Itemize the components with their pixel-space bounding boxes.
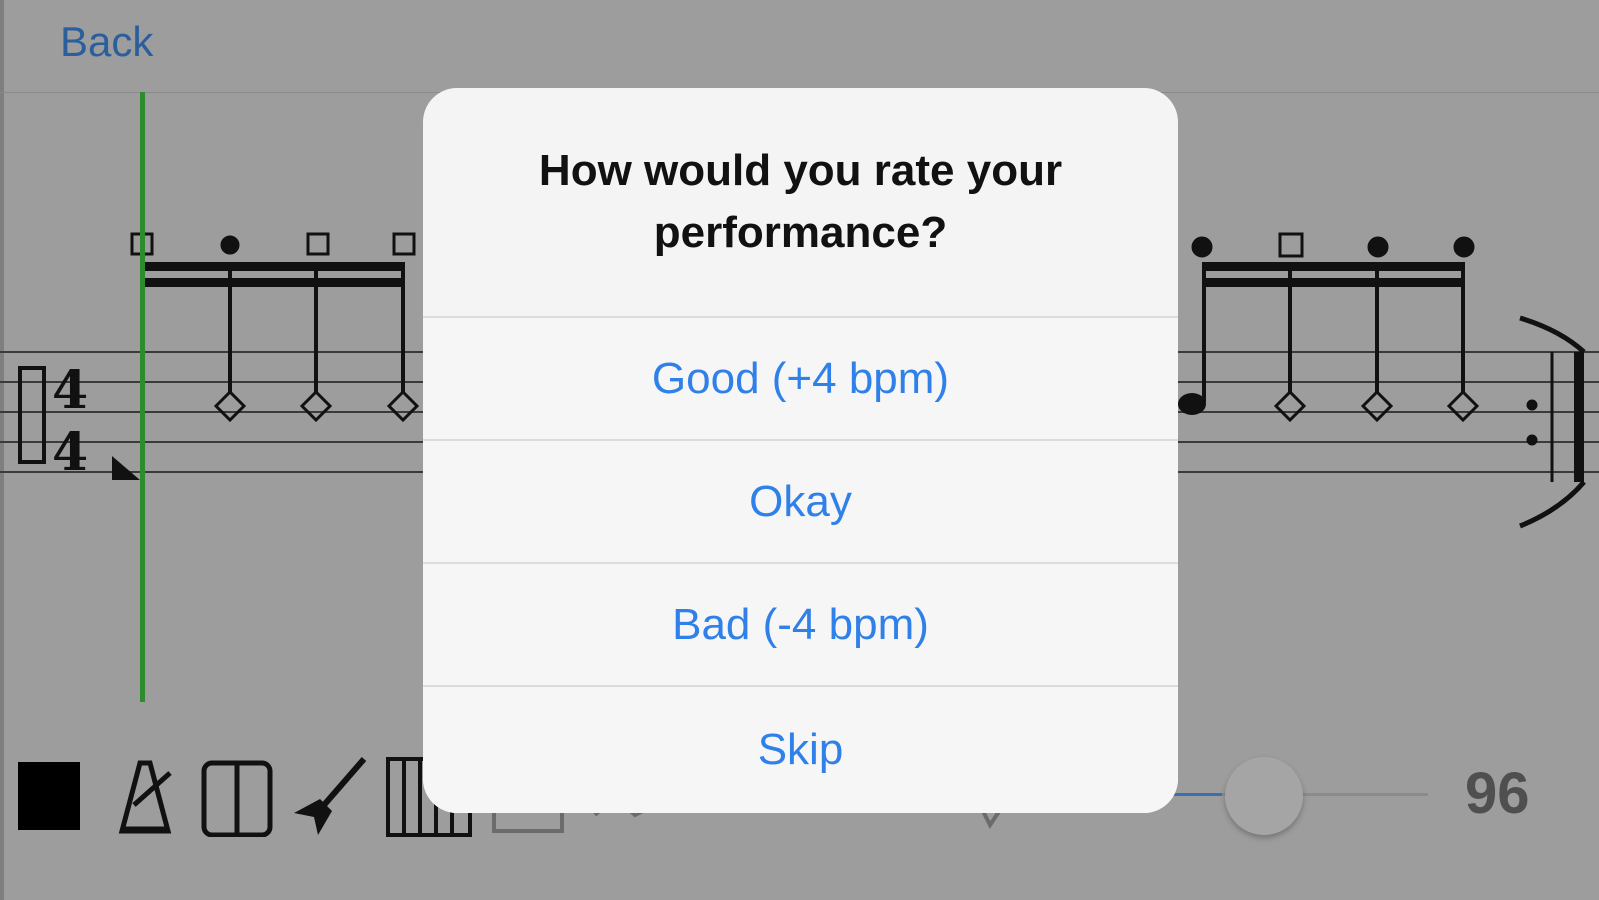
metronome-icon[interactable] <box>104 755 184 837</box>
note-group-1 <box>112 232 420 480</box>
stop-icon[interactable] <box>18 762 80 830</box>
good-button[interactable]: Good (+4 bpm) <box>423 316 1178 439</box>
okay-button[interactable]: Okay <box>423 439 1178 562</box>
repeat-end-icon <box>1519 315 1586 529</box>
rating-alert: How would you rate your performance? Goo… <box>423 88 1178 813</box>
bad-button[interactable]: Bad (-4 bpm) <box>423 562 1178 685</box>
playhead-cursor[interactable] <box>140 92 145 702</box>
time-signature-top: 4 <box>52 360 88 421</box>
note-group-2 <box>1178 232 1480 423</box>
guitar-icon[interactable] <box>290 755 370 837</box>
loop-icon[interactable] <box>198 755 276 838</box>
alert-title: How would you rate your performance? <box>538 146 1063 257</box>
tempo-value: 96 <box>1465 761 1530 826</box>
time-signature-bottom: 4 <box>52 422 88 483</box>
tempo-slider-thumb[interactable] <box>1225 757 1303 835</box>
skip-button[interactable]: Skip <box>423 685 1178 813</box>
